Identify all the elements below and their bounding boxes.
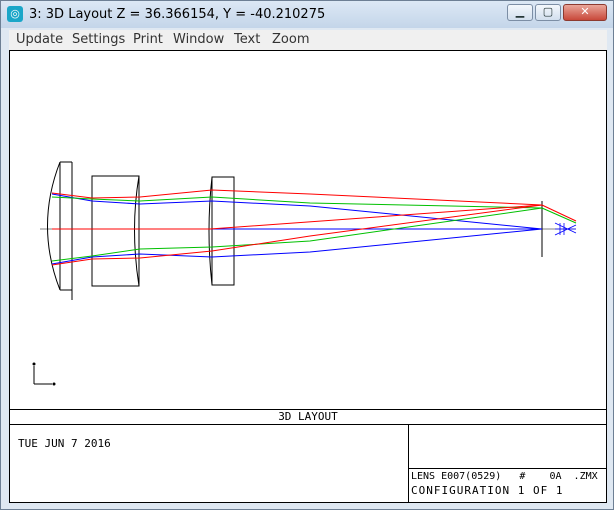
layout-window: ◎ 3: 3D Layout Z = 36.366154, Y = -40.21…: [0, 0, 614, 510]
menu-settings[interactable]: Settings: [72, 32, 125, 47]
plot-date: TUE JUN 7 2016: [18, 437, 111, 450]
lens-file-label: LENS E007(0529) # 0A .ZMX: [411, 471, 598, 482]
lens-element-1: [47, 161, 73, 300]
zemax-icon[interactable]: ◎: [7, 6, 23, 22]
info-box: LENS E007(0529) # 0A .ZMX CONFIGURATION …: [408, 424, 607, 502]
menu-window[interactable]: Window: [173, 32, 224, 47]
minimize-icon[interactable]: ▁: [507, 4, 533, 21]
menu-update[interactable]: Update: [16, 32, 63, 47]
plot-title: 3D LAYOUT: [10, 409, 606, 425]
info-separator: [409, 468, 607, 469]
menu-bar: Update Settings Print Window Text Zoom: [9, 30, 607, 50]
close-icon[interactable]: ✕: [563, 4, 607, 21]
maximize-icon[interactable]: ▢: [535, 4, 561, 21]
menu-zoom[interactable]: Zoom: [272, 32, 309, 47]
lens-element-2: [91, 175, 140, 287]
title-bar[interactable]: ◎ 3: 3D Layout Z = 36.366154, Y = -40.21…: [1, 1, 613, 28]
layout-drawing: [32, 161, 577, 386]
focus-spot: [554, 222, 577, 236]
window-title: 3: 3D Layout Z = 36.366154, Y = -40.2102…: [29, 7, 326, 22]
axis-indicator-icon: [32, 362, 56, 386]
menu-print[interactable]: Print: [133, 32, 163, 47]
ray-field3: [51, 189, 577, 266]
menu-text[interactable]: Text: [234, 32, 260, 47]
lens-element-3: [208, 176, 235, 286]
configuration-label: CONFIGURATION 1 OF 1: [411, 484, 564, 497]
layout-canvas[interactable]: 3D LAYOUT TUE JUN 7 2016 LENS E007(0529)…: [9, 50, 607, 503]
